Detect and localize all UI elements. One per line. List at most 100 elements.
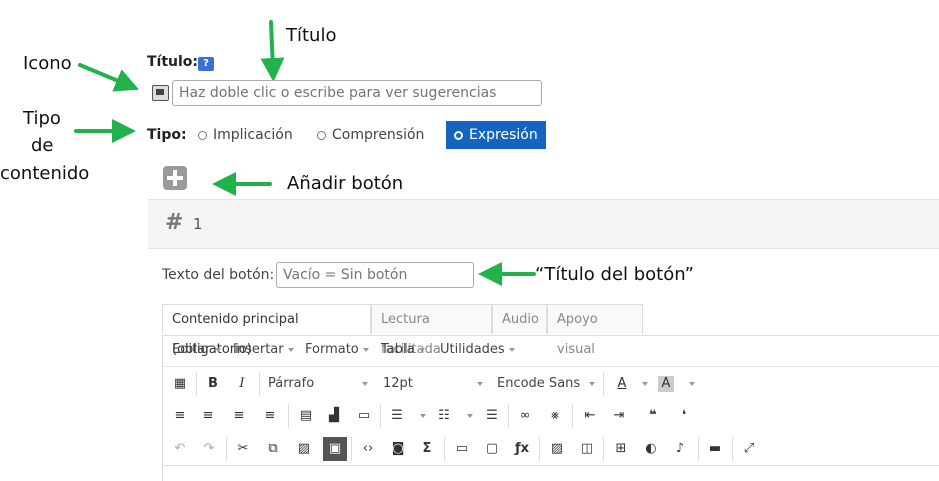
titulo-label: Título: (147, 54, 199, 70)
toolbar-separator (603, 437, 604, 461)
tab-audio[interactable]: Audio (492, 304, 547, 334)
block-icon[interactable]: ▤ (296, 406, 316, 426)
help-icon[interactable]: ? (198, 57, 214, 71)
image-icon[interactable]: ▨ (547, 439, 567, 459)
item-header (148, 199, 939, 249)
background-color-caret[interactable] (689, 382, 695, 386)
outdent-list-icon[interactable]: ☰ (482, 406, 502, 426)
menu-insertar[interactable]: Insertar (233, 342, 294, 357)
align-justify-icon[interactable]: ≡ (260, 406, 280, 426)
paste-icon[interactable]: ▨ (294, 439, 314, 459)
align-right-icon[interactable]: ≡ (229, 406, 249, 426)
arrow-titulo (260, 20, 285, 82)
italic-icon[interactable]: I (232, 374, 252, 394)
link-icon[interactable]: ∞ (515, 406, 535, 426)
add-button[interactable] (163, 166, 187, 190)
editor-content-divider (163, 465, 939, 466)
bullet-list-caret[interactable] (420, 414, 426, 418)
music-note-icon[interactable]: ♪ (670, 439, 690, 459)
cite-icon[interactable]: ❛ (674, 406, 694, 426)
editor-tabs: Contenido principal (obligatorio) Lectur… (162, 304, 939, 357)
hash-icon: # (165, 210, 184, 235)
tab-apoyo-visual[interactable]: Apoyo visual (547, 304, 643, 357)
toolbar-separator (444, 437, 445, 461)
toolbar-separator (351, 437, 352, 461)
texto-boton-input[interactable] (276, 262, 474, 288)
annotation-icono: Icono (23, 53, 72, 74)
menu-editar[interactable]: Editar (172, 342, 221, 357)
keyboard-icon[interactable]: ▦ (170, 374, 190, 394)
menu-divider (163, 366, 939, 367)
tipo-option-comprension[interactable]: Comprensión (317, 122, 424, 148)
toolbar-separator (259, 372, 260, 396)
toolbar-separator (288, 404, 289, 428)
titulo-input[interactable] (172, 80, 542, 106)
unlink-icon[interactable]: ⨳ (545, 406, 565, 426)
bullet-list-icon[interactable]: ☰ (387, 406, 407, 426)
toolbar-separator (196, 372, 197, 396)
radio-icon (198, 130, 207, 140)
toolbar-separator (226, 437, 227, 461)
content-icon[interactable] (152, 85, 169, 101)
align-left-icon[interactable]: ≡ (170, 406, 190, 426)
annotation-tipo-2: de (31, 135, 54, 156)
indent-icon[interactable]: ⇥ (609, 406, 629, 426)
layout-icon[interactable]: ▟ (324, 406, 344, 426)
blockquote-icon[interactable]: ❝ (643, 406, 663, 426)
fullscreen-icon[interactable]: ⤢ (739, 439, 759, 459)
text-color-icon[interactable]: A (612, 374, 632, 394)
annotation-tipo-3: contenido (0, 163, 90, 184)
cut-icon[interactable]: ✂ (233, 439, 253, 459)
tab-contenido-principal[interactable]: Contenido principal (obligatorio) (162, 304, 371, 357)
toolbar-separator (508, 404, 509, 428)
annotation-titulo-boton: “Título del botón” (535, 264, 695, 285)
tipo-option-implicacion[interactable]: Implicación (198, 122, 293, 148)
font-family-select[interactable]: Encode Sans (497, 373, 595, 395)
texto-boton-label: Texto del botón: (162, 267, 275, 283)
toolbar-separator (603, 372, 604, 396)
tipo-option-expresion[interactable]: Expresión (446, 121, 546, 149)
toolbar-separator (698, 437, 699, 461)
menu-formato[interactable]: Formato (305, 342, 369, 357)
numbered-list-caret[interactable] (467, 414, 473, 418)
comment-icon[interactable]: ▭ (354, 406, 374, 426)
numbered-list-icon[interactable]: ☷ (434, 406, 454, 426)
redo-icon[interactable]: ↷ (199, 439, 219, 459)
toolbar-separator (380, 404, 381, 428)
bold-icon[interactable]: B (203, 374, 223, 394)
annotation-tipo-1: Tipo (23, 108, 61, 129)
toolbar-separator (572, 404, 573, 428)
speech-bubble-icon[interactable]: ▭ (452, 439, 472, 459)
item-number: 1 (193, 215, 203, 233)
block-format-select[interactable]: Párrafo (268, 373, 368, 395)
tab-lectura-facilitada[interactable]: Lectura facilitada (371, 304, 492, 357)
tipo-option-label: Expresión (469, 127, 538, 143)
annotation-anadir: Añadir botón (287, 173, 404, 194)
tipo-label: Tipo: (147, 127, 187, 143)
tipo-option-label: Comprensión (332, 127, 425, 143)
text-color-caret[interactable] (642, 382, 648, 386)
embed-icon[interactable]: ◙ (388, 439, 408, 459)
menu-tabla[interactable]: Tabla (381, 342, 425, 357)
arrow-icono (78, 63, 140, 92)
form-field-icon[interactable]: ▬ (705, 439, 725, 459)
tipo-option-label: Implicación (213, 127, 293, 143)
toolbar-separator (539, 437, 540, 461)
menu-utilidades[interactable]: Utilidades (440, 342, 515, 357)
sigma-icon[interactable]: Σ (417, 439, 437, 459)
formula-icon[interactable]: ƒx (512, 439, 532, 459)
toolbar-separator (732, 437, 733, 461)
code-icon[interactable]: ‹› (358, 439, 378, 459)
diagram-icon[interactable]: ⊞ (611, 439, 631, 459)
media-icon[interactable]: ◫ (577, 439, 597, 459)
undo-icon[interactable]: ↶ (170, 439, 190, 459)
background-color-icon[interactable]: A (658, 376, 674, 392)
copy-icon[interactable]: ⧉ (263, 439, 283, 459)
annotation-titulo: Título (286, 25, 337, 46)
font-size-select[interactable]: 12pt (383, 373, 483, 395)
audio-speaker-icon[interactable]: ◐ (641, 439, 661, 459)
align-center-icon[interactable]: ≡ (198, 406, 218, 426)
window-icon[interactable]: ▢ (482, 439, 502, 459)
paste-text-icon[interactable]: ▣ (323, 437, 347, 461)
outdent-icon[interactable]: ⇤ (580, 406, 600, 426)
